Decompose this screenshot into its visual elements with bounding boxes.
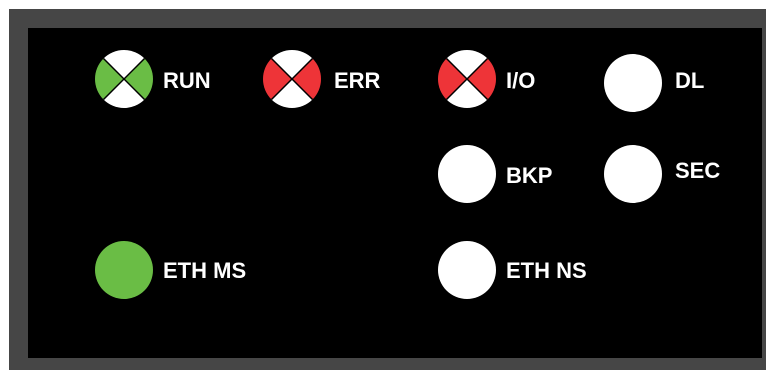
led-disc [604,54,662,112]
eth-ms-label: ETH MS [163,258,247,283]
bkp-led-icon [438,145,496,203]
dl-label: DL [675,68,705,93]
led-disc [95,241,153,299]
eth-ns-label: ETH NS [506,258,587,283]
run-led-icon [95,50,153,108]
sec-label: SEC [675,158,721,183]
eth-ns-led-icon [438,241,496,299]
led-disc [604,145,662,203]
io-led-icon [438,50,496,108]
dl-led-icon [604,54,662,112]
err-led-icon [263,50,321,108]
run-label: RUN [163,68,211,93]
eth-ms-led-icon [95,241,153,299]
io-label: I/O [506,68,536,93]
led-disc [438,145,496,203]
err-label: ERR [334,68,381,93]
led-disc [438,241,496,299]
bkp-label: BKP [506,163,553,188]
sec-led-icon [604,145,662,203]
